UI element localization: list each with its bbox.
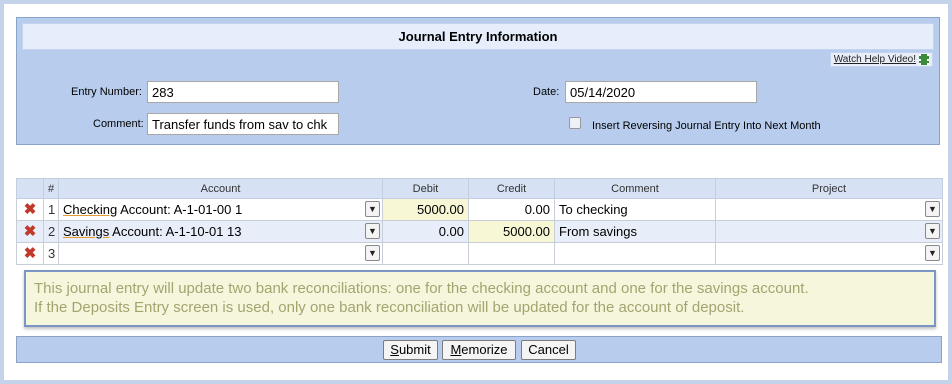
journal-entry-info-panel: Journal Entry Information Watch Help Vid… <box>16 17 940 145</box>
delete-row-button[interactable]: ✖ <box>16 242 44 265</box>
chevron-down-icon[interactable]: ▼ <box>925 223 940 239</box>
chevron-down-icon[interactable]: ▼ <box>365 223 380 239</box>
memorize-label: emorize <box>461 342 508 357</box>
entry-number-field[interactable]: 283 <box>147 81 339 103</box>
date-field[interactable]: 05/14/2020 <box>565 81 757 103</box>
memorize-button[interactable]: Memorize <box>442 340 516 360</box>
comment-label: Comment: <box>93 118 144 130</box>
account-cell[interactable]: Checking Account: A-1-01-00 1 ▼ <box>58 198 383 221</box>
help-video-label[interactable]: Watch Help Video! <box>834 54 916 65</box>
action-button-bar: Submit Memorize Cancel <box>16 336 942 363</box>
debit-cell[interactable] <box>382 242 469 265</box>
table-row: ✖ 2 Savings Account: A-1-10-01 13 ▼ 0.00… <box>16 220 943 243</box>
column-header-debit: Debit <box>382 178 469 199</box>
table-row: ✖ 1 Checking Account: A-1-01-00 1 ▼ 5000… <box>16 198 943 221</box>
chevron-down-icon[interactable]: ▼ <box>925 201 940 217</box>
column-header-number: # <box>43 178 59 199</box>
project-cell[interactable]: ▼ <box>715 220 943 243</box>
table-header-row: # Account Debit Credit Comment Project <box>16 178 943 199</box>
film-icon[interactable] <box>919 54 929 65</box>
comment-cell[interactable] <box>554 242 716 265</box>
column-header-comment: Comment <box>554 178 716 199</box>
memorize-accesskey: M <box>450 342 462 357</box>
chevron-down-icon[interactable]: ▼ <box>925 245 940 261</box>
journal-lines-table: # Account Debit Credit Comment Project ✖… <box>16 178 943 265</box>
entry-number-label: Entry Number: <box>71 86 142 98</box>
window: Journal Entry Information Watch Help Vid… <box>0 0 952 384</box>
delete-x-icon[interactable]: ✖ <box>24 202 37 217</box>
account-detail: Account: A-1-01-00 1 <box>117 202 243 217</box>
delete-x-icon[interactable]: ✖ <box>24 246 37 261</box>
column-header-credit: Credit <box>468 178 555 199</box>
column-header-project: Project <box>715 178 943 199</box>
row-number: 2 <box>43 220 59 243</box>
chevron-down-icon[interactable]: ▼ <box>365 245 380 261</box>
account-detail: Account: A-1-10-01 13 <box>109 224 242 239</box>
row-number: 3 <box>43 242 59 265</box>
reversing-entry-checkbox[interactable] <box>569 117 581 129</box>
credit-cell[interactable]: 0.00 <box>468 198 555 221</box>
project-cell[interactable]: ▼ <box>715 242 943 265</box>
delete-row-button[interactable]: ✖ <box>16 198 44 221</box>
delete-x-icon[interactable]: ✖ <box>24 224 37 239</box>
comment-cell[interactable]: From savings <box>554 220 716 243</box>
date-label: Date: <box>533 86 560 98</box>
submit-button[interactable]: Submit <box>383 340 438 360</box>
notice-line-2: If the Deposits Entry screen is used, on… <box>34 299 745 316</box>
cancel-button[interactable]: Cancel <box>521 340 576 360</box>
account-cell[interactable]: Savings Account: A-1-10-01 13 ▼ <box>58 220 383 243</box>
delete-column-header <box>16 178 44 199</box>
reversing-entry-label: Insert Reversing Journal Entry Into Next… <box>592 120 821 132</box>
account-name: Checking <box>63 202 118 217</box>
credit-cell[interactable] <box>468 242 555 265</box>
panel-title: Journal Entry Information <box>22 23 934 50</box>
credit-cell[interactable]: 5000.00 <box>468 220 555 243</box>
debit-cell[interactable]: 0.00 <box>382 220 469 243</box>
chevron-down-icon[interactable]: ▼ <box>365 201 380 217</box>
comment-cell[interactable]: To checking <box>554 198 716 221</box>
delete-row-button[interactable]: ✖ <box>16 220 44 243</box>
help-video-link[interactable]: Watch Help Video! <box>829 52 933 67</box>
column-header-account: Account <box>58 178 383 199</box>
submit-label: ubmit <box>398 342 431 357</box>
project-cell[interactable]: ▼ <box>715 198 943 221</box>
comment-field[interactable]: Transfer funds from sav to chk <box>147 113 339 135</box>
account-cell[interactable]: ▼ <box>58 242 383 265</box>
account-name: Savings <box>63 224 110 239</box>
notice-line-1: This journal entry will update two bank … <box>34 280 809 297</box>
table-row: ✖ 3 ▼ ▼ <box>16 242 943 265</box>
submit-accesskey: S <box>390 342 399 357</box>
row-number: 1 <box>43 198 59 221</box>
reconciliation-notice: This journal entry will update two bank … <box>24 270 936 327</box>
debit-cell[interactable]: 5000.00 <box>382 198 469 221</box>
